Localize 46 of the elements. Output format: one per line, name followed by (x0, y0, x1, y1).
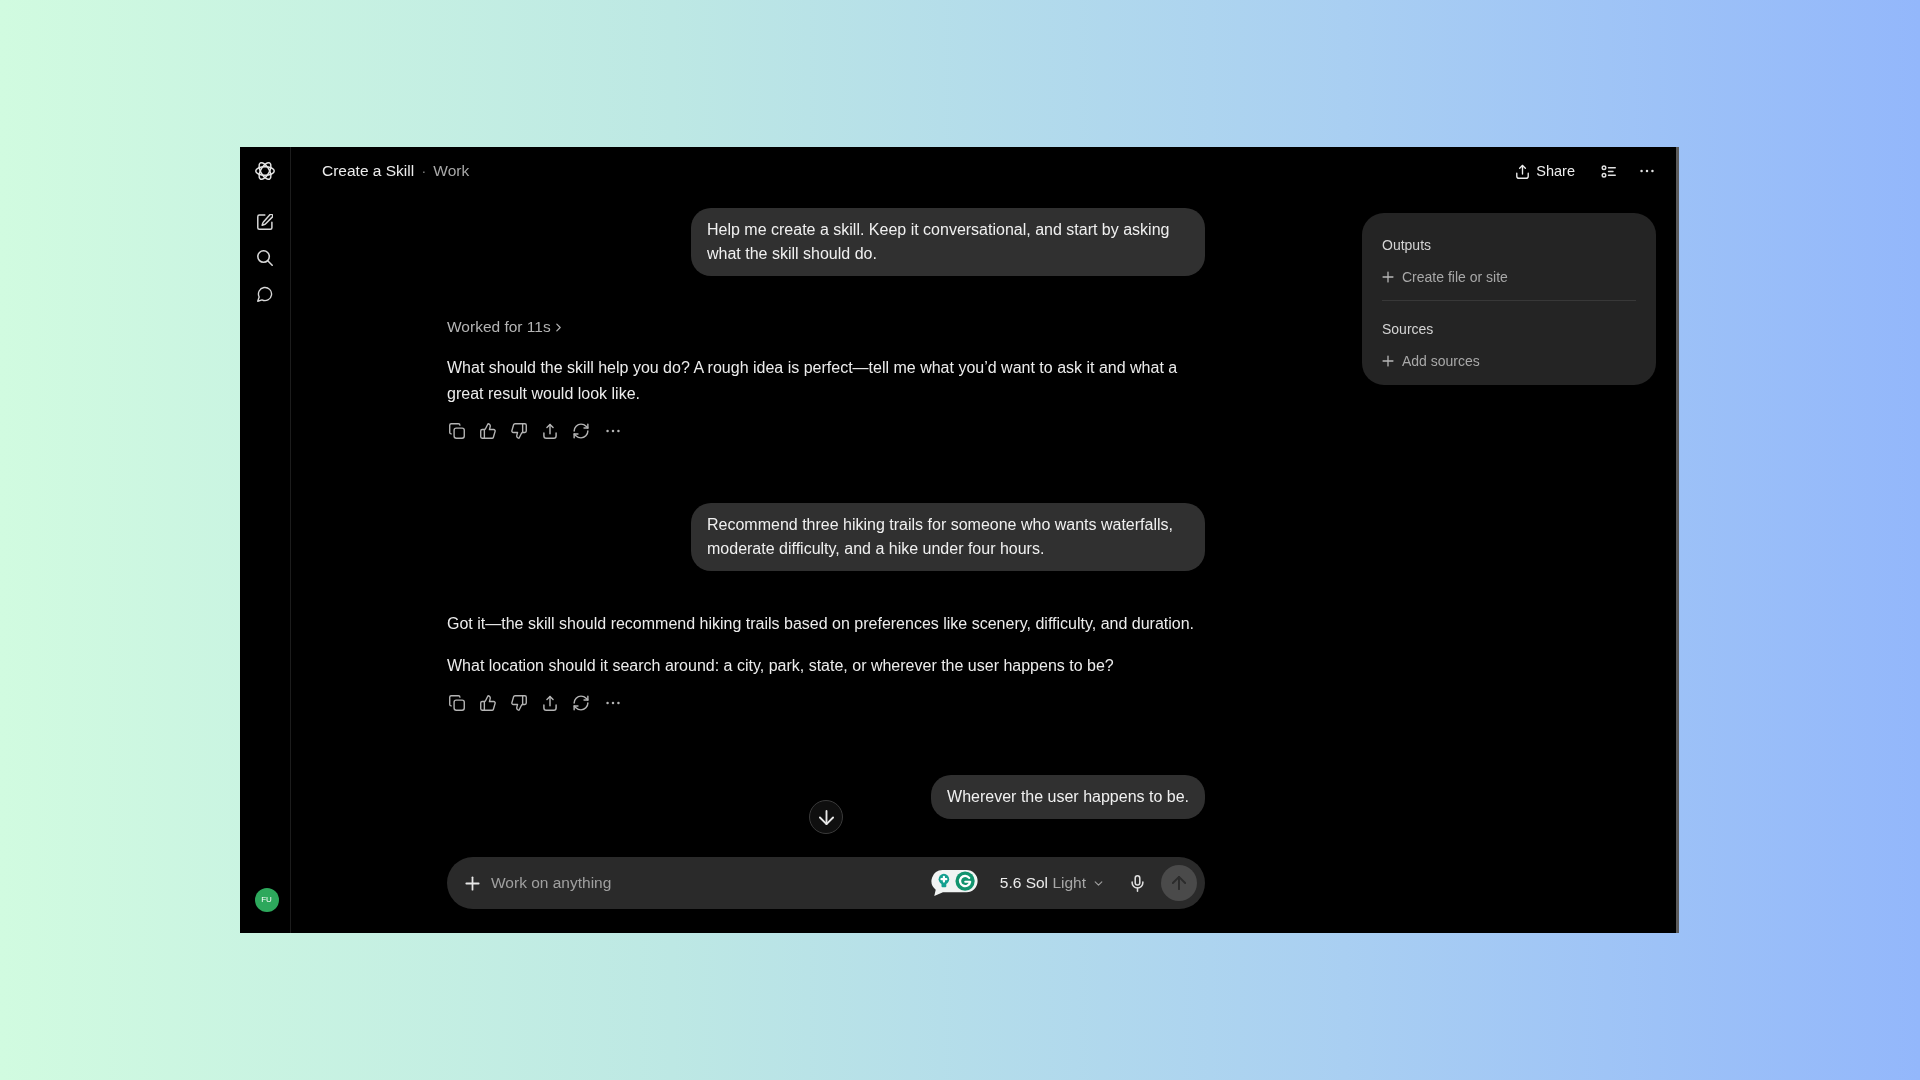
section-heading: Sources (1382, 320, 1435, 339)
microphone-icon[interactable] (1131, 874, 1144, 892)
work-summary-toggle[interactable]: Worked for 11s (447, 316, 561, 338)
copy-icon[interactable] (449, 423, 465, 439)
chat-bubble-icon[interactable] (257, 286, 273, 302)
thumbs-up-icon[interactable] (480, 695, 496, 711)
share-icon[interactable] (542, 423, 558, 439)
model-selector[interactable]: 5.6 Sol Light (999, 874, 1103, 892)
refresh-icon[interactable] (573, 423, 589, 439)
search-icon[interactable] (257, 250, 273, 266)
breadcrumb-separator: · (421, 162, 427, 180)
plus-icon[interactable] (465, 875, 480, 891)
knot-logo-icon[interactable] (255, 161, 275, 181)
refresh-icon[interactable] (573, 695, 589, 711)
user-message-bubble: Help me create a skill. Keep it conversational, and start by asking what the skill should do. (691, 208, 1205, 276)
user-message-bubble: Recommend three hiking trails for someone who wants waterfalls, moderate difficulty, and a hike under four hours. (691, 503, 1205, 571)
share-icon[interactable] (542, 695, 558, 711)
new-chat-icon[interactable] (257, 214, 273, 230)
chat-title: Create a Skill (322, 162, 415, 180)
assistant-message-text: Got it—the skill should recommend hiking trails based on preferences like scenery, difficulty, and duration. (447, 614, 1196, 634)
panel-action-button[interactable]: Add sources (1382, 351, 1480, 371)
more-icon[interactable] (606, 701, 620, 705)
project-name[interactable]: Work (433, 162, 470, 180)
scroll-down-button[interactable] (809, 800, 843, 834)
section-heading: Outputs (1382, 236, 1433, 255)
more-icon[interactable] (1640, 169, 1654, 173)
plus-icon (1382, 355, 1394, 367)
thumbs-down-icon[interactable] (511, 423, 527, 439)
assistant-message-text: What should the skill help you do? A rough idea is perfect—tell me what you’d want to ask it and what a great result would look like. (447, 358, 1179, 404)
message-input[interactable]: Work on anything (491, 874, 931, 892)
chevron-right-icon (555, 322, 561, 332)
thumbs-down-icon[interactable] (511, 695, 527, 711)
lightbulb-badge-icon[interactable] (930, 870, 978, 896)
share-button[interactable]: Share (1515, 163, 1575, 179)
assistant-message-text: What location should it search around: a city, park, state, or wherever the user happens to be? (447, 656, 1115, 676)
panel-action-button[interactable]: Create file or site (1382, 267, 1508, 287)
chevron-down-icon (1094, 880, 1103, 886)
more-icon[interactable] (606, 429, 620, 433)
arrow-down-icon (818, 809, 834, 825)
copy-icon[interactable] (449, 695, 465, 711)
list-icon[interactable] (1601, 163, 1616, 179)
arrow-up-icon (1172, 876, 1186, 890)
plus-icon (1382, 271, 1394, 283)
share-icon (1515, 163, 1531, 179)
user-message-bubble: Wherever the user happens to be. (931, 775, 1205, 819)
thumbs-up-icon[interactable] (480, 423, 496, 439)
